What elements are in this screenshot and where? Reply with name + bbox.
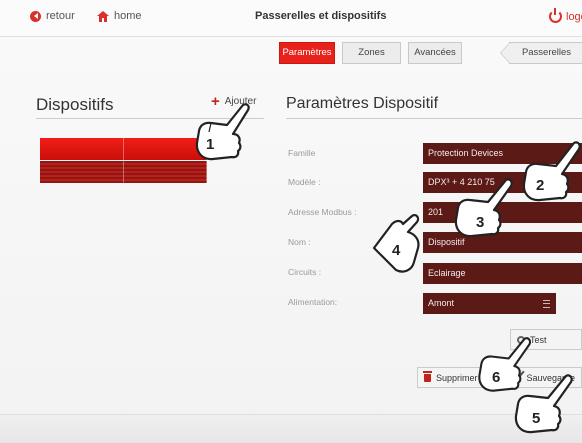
tab-passerelles[interactable]: Passerelles — [500, 42, 582, 64]
device-row[interactable] — [40, 161, 207, 183]
back-link[interactable]: retour — [30, 10, 75, 22]
home-icon — [97, 10, 109, 22]
circuits-field[interactable]: Eclairage — [423, 263, 582, 284]
alimentation-label: Alimentation: — [288, 297, 338, 307]
logout-label: logo — [566, 10, 582, 23]
famille-label: Famille — [288, 148, 316, 158]
power-icon — [549, 8, 562, 23]
pointing-hand-icon — [522, 141, 581, 202]
alimentation-value: Amont — [428, 298, 455, 308]
page-title: Passerelles et dispositifs — [255, 10, 387, 22]
pointing-hand-icon — [454, 178, 513, 238]
alimentation-select[interactable]: Amont — [423, 293, 556, 314]
callout-number: 1 — [206, 136, 215, 153]
callout-3: 3 — [446, 176, 516, 246]
divider — [286, 118, 582, 119]
pointing-hand-icon — [195, 103, 250, 161]
pointing-hand-icon — [372, 214, 420, 273]
menu-icon — [543, 300, 550, 308]
nom-label: Nom : — [288, 237, 311, 247]
device-row-selected[interactable] — [40, 138, 207, 160]
home-label: home — [114, 10, 142, 22]
callout-number: 3 — [476, 214, 485, 231]
device-list — [40, 138, 207, 183]
home-link[interactable]: home — [97, 10, 142, 22]
callout-4: 4 — [370, 210, 440, 280]
tab-zones[interactable]: Zones — [342, 42, 401, 64]
top-bar: retour home Passerelles et dispositifs l… — [0, 0, 582, 37]
callout-number: 2 — [536, 177, 545, 194]
device-cell — [40, 161, 124, 183]
callout-number: 6 — [492, 369, 501, 386]
logout-link[interactable]: logo — [549, 8, 582, 23]
callout-2: 2 — [512, 140, 582, 210]
app-window: retour home Passerelles et dispositifs l… — [0, 0, 582, 443]
trash-icon — [423, 370, 432, 382]
modele-label: Modèle : — [288, 177, 321, 187]
bottom-band — [0, 414, 582, 443]
callout-number: 5 — [532, 410, 541, 427]
circuits-label: Circuits : — [288, 267, 322, 277]
back-label: retour — [46, 10, 75, 22]
callout-1: 1 — [186, 100, 256, 170]
modbus-address-label: Adresse Modbus : — [288, 207, 357, 217]
pointing-hand-icon — [478, 337, 532, 392]
back-arrow-icon — [30, 10, 41, 22]
devices-title: Dispositifs — [36, 95, 114, 114]
callout-6: 6 — [470, 334, 536, 400]
callout-number: 4 — [392, 242, 401, 259]
tab-passerelles-label: Passerelles — [521, 47, 572, 58]
tab-parametres[interactable]: Paramètres — [279, 42, 335, 64]
tab-avancees[interactable]: Avancées — [408, 42, 462, 64]
device-cell — [40, 138, 124, 160]
device-settings-title: Paramètres Dispositif — [286, 95, 439, 112]
